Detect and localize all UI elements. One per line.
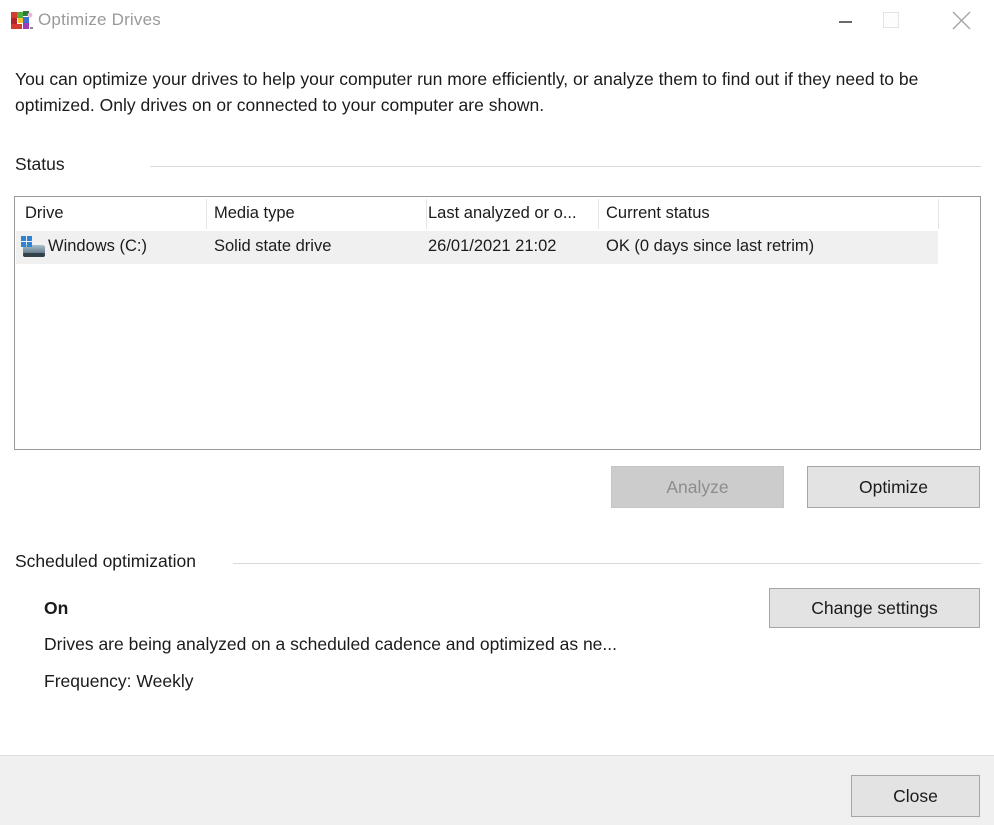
drives-table-header: Drive Media type Last analyzed or o... C… <box>15 197 980 231</box>
scheduled-state: On <box>44 598 68 619</box>
minimize-button[interactable] <box>822 0 868 40</box>
close-button[interactable]: Close <box>851 775 980 817</box>
drives-table: Drive Media type Last analyzed or o... C… <box>14 196 981 450</box>
close-window-button[interactable] <box>938 0 984 40</box>
scheduled-section-divider <box>233 563 981 564</box>
title-bar: Optimize Drives <box>0 0 994 40</box>
column-header-last-analyzed[interactable]: Last analyzed or o... <box>428 204 577 223</box>
drive-row-windows-c[interactable]: Windows (C:) Solid state drive 26/01/202… <box>16 231 938 264</box>
column-header-current-status[interactable]: Current status <box>606 204 710 223</box>
windows-drive-icon <box>20 235 46 260</box>
analyze-button[interactable]: Analyze <box>611 466 784 508</box>
column-header-drive[interactable]: Drive <box>25 204 64 223</box>
dialog-footer <box>0 755 994 825</box>
column-header-media-type[interactable]: Media type <box>214 204 295 223</box>
status-section-divider <box>150 166 981 167</box>
optimize-button[interactable]: Optimize <box>807 466 980 508</box>
scheduled-description: Drives are being analyzed on a scheduled… <box>44 634 617 655</box>
column-separator[interactable] <box>206 199 207 229</box>
close-icon <box>952 11 971 30</box>
maximize-button[interactable] <box>868 0 914 40</box>
defrag-app-icon <box>10 9 34 31</box>
scheduled-section-label: Scheduled optimization <box>15 551 196 572</box>
dialog-description: You can optimize your drives to help you… <box>15 66 930 118</box>
change-settings-button[interactable]: Change settings <box>769 588 980 628</box>
status-section-label: Status <box>15 154 65 175</box>
column-separator[interactable] <box>938 199 939 229</box>
column-separator[interactable] <box>598 199 599 229</box>
optimize-drives-window: Optimize Drives You can optimize your dr… <box>0 0 994 825</box>
column-separator[interactable] <box>426 199 427 229</box>
cell-drive-name: Windows (C:) <box>48 237 147 256</box>
scheduled-frequency: Frequency: Weekly <box>44 671 193 692</box>
minimize-icon <box>839 21 852 23</box>
window-title: Optimize Drives <box>38 10 161 30</box>
cell-current-status: OK (0 days since last retrim) <box>606 237 814 256</box>
cell-last-analyzed: 26/01/2021 21:02 <box>428 237 556 256</box>
maximize-icon <box>883 12 899 28</box>
cell-media-type: Solid state drive <box>214 237 331 256</box>
